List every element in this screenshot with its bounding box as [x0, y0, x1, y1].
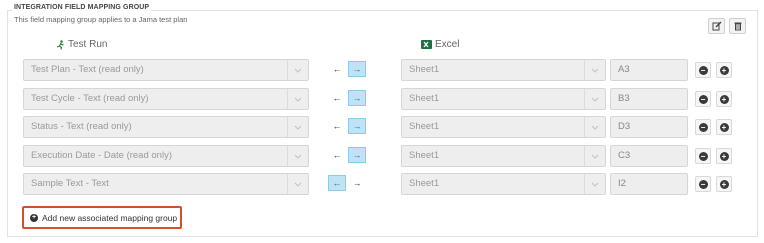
field-select-value: Sample Text - Text	[31, 178, 109, 189]
column-header-label: Excel	[435, 39, 460, 50]
plus-icon: +	[719, 94, 729, 104]
sheet-select[interactable]: Sheet1	[401, 88, 606, 110]
arrow-right-icon: →	[352, 178, 362, 188]
sheet-select[interactable]: Sheet1	[401, 173, 606, 195]
add-row-button[interactable]: +	[716, 176, 732, 192]
plus-circle-icon: +	[30, 213, 38, 222]
field-select-value: Test Plan - Text (read only)	[31, 64, 144, 75]
sheet-select-value: Sheet1	[409, 150, 440, 161]
remove-row-button[interactable]: −	[695, 91, 711, 107]
field-select-value: Execution Date - Date (read only)	[31, 150, 172, 161]
mapping-row: Status - Text (read only) ← → Sheet1 D3 …	[0, 116, 764, 138]
minus-icon: −	[698, 122, 708, 132]
plus-icon: +	[719, 151, 729, 161]
direction-left-button[interactable]: ←	[328, 118, 346, 134]
sheet-select[interactable]: Sheet1	[401, 59, 606, 81]
group-description: This field mapping group applies to a Ja…	[14, 15, 188, 24]
cell-input[interactable]: A3	[610, 59, 688, 81]
add-row-button[interactable]: +	[716, 119, 732, 135]
mapping-row: Test Plan - Text (read only) ← → Sheet1 …	[0, 59, 764, 81]
sheet-select-value: Sheet1	[409, 121, 440, 132]
arrow-right-icon: →	[352, 64, 362, 74]
field-select-value: Status - Text (read only)	[31, 121, 132, 132]
delete-button[interactable]	[729, 18, 746, 34]
chevron-down-icon	[287, 89, 308, 109]
mapping-row: Test Cycle - Text (read only) ← → Sheet1…	[0, 88, 764, 110]
add-row-button[interactable]: +	[716, 62, 732, 78]
direction-right-button[interactable]: →	[348, 118, 366, 134]
direction-left-button[interactable]: ←	[328, 175, 346, 191]
excel-icon	[421, 40, 432, 49]
arrow-right-icon: →	[352, 121, 362, 131]
chevron-down-icon	[584, 117, 605, 137]
field-select[interactable]: Status - Text (read only)	[23, 116, 309, 138]
edit-icon	[712, 21, 721, 31]
remove-row-button[interactable]: −	[695, 148, 711, 164]
cell-input[interactable]: I2	[610, 173, 688, 195]
field-select[interactable]: Test Plan - Text (read only)	[23, 59, 309, 81]
remove-row-button[interactable]: −	[695, 119, 711, 135]
chevron-down-icon	[287, 60, 308, 80]
column-header-label: Test Run	[68, 39, 108, 50]
chevron-down-icon	[584, 60, 605, 80]
arrow-left-icon: ←	[332, 150, 342, 160]
mapping-row: Sample Text - Text ← → Sheet1 I2 − +	[0, 173, 764, 195]
sheet-select[interactable]: Sheet1	[401, 116, 606, 138]
remove-row-button[interactable]: −	[695, 62, 711, 78]
arrow-right-icon: →	[352, 93, 362, 103]
chevron-down-icon	[584, 174, 605, 194]
direction-left-button[interactable]: ←	[328, 61, 346, 77]
mapping-row: Execution Date - Date (read only) ← → Sh…	[0, 145, 764, 167]
arrow-left-icon: ←	[332, 93, 342, 103]
direction-left-button[interactable]: ←	[328, 90, 346, 106]
direction-right-button[interactable]: →	[348, 147, 366, 163]
arrow-left-icon: ←	[332, 178, 342, 188]
sheet-select[interactable]: Sheet1	[401, 145, 606, 167]
arrow-right-icon: →	[352, 150, 362, 160]
arrow-left-icon: ←	[332, 121, 342, 131]
trash-icon	[734, 22, 741, 31]
field-select-value: Test Cycle - Text (read only)	[31, 93, 149, 104]
chevron-down-icon	[287, 146, 308, 166]
sheet-select-value: Sheet1	[409, 93, 440, 104]
direction-right-button[interactable]: →	[348, 90, 366, 106]
edit-button[interactable]	[708, 18, 725, 34]
field-select[interactable]: Sample Text - Text	[23, 173, 309, 195]
minus-icon: −	[698, 94, 708, 104]
cell-input[interactable]: D3	[610, 116, 688, 138]
field-select[interactable]: Test Cycle - Text (read only)	[23, 88, 309, 110]
sheet-select-value: Sheet1	[409, 64, 440, 75]
minus-icon: −	[698, 151, 708, 161]
direction-right-button[interactable]: →	[348, 175, 366, 191]
cell-input[interactable]: B3	[610, 88, 688, 110]
add-mapping-group-label: Add new associated mapping group	[42, 212, 178, 223]
chevron-down-icon	[584, 146, 605, 166]
plus-icon: +	[719, 65, 729, 75]
plus-icon: +	[719, 179, 729, 189]
field-select[interactable]: Execution Date - Date (read only)	[23, 145, 309, 167]
add-row-button[interactable]: +	[716, 148, 732, 164]
plus-icon: +	[719, 122, 729, 132]
sheet-select-value: Sheet1	[409, 178, 440, 189]
cell-input[interactable]: C3	[610, 145, 688, 167]
column-header-excel: Excel	[421, 39, 459, 50]
column-header-test-run: Test Run	[56, 39, 107, 50]
group-legend: INTEGRATION FIELD MAPPING GROUP	[12, 4, 152, 11]
direction-right-button[interactable]: →	[348, 61, 366, 77]
add-row-button[interactable]: +	[716, 91, 732, 107]
remove-row-button[interactable]: −	[695, 176, 711, 192]
chevron-down-icon	[287, 117, 308, 137]
chevron-down-icon	[287, 174, 308, 194]
running-person-icon	[56, 39, 64, 50]
minus-icon: −	[698, 179, 708, 189]
group-border-bottom	[7, 236, 758, 237]
minus-icon: −	[698, 65, 708, 75]
direction-left-button[interactable]: ←	[328, 147, 346, 163]
chevron-down-icon	[584, 89, 605, 109]
add-mapping-group-button[interactable]: + Add new associated mapping group	[22, 206, 182, 229]
arrow-left-icon: ←	[332, 64, 342, 74]
